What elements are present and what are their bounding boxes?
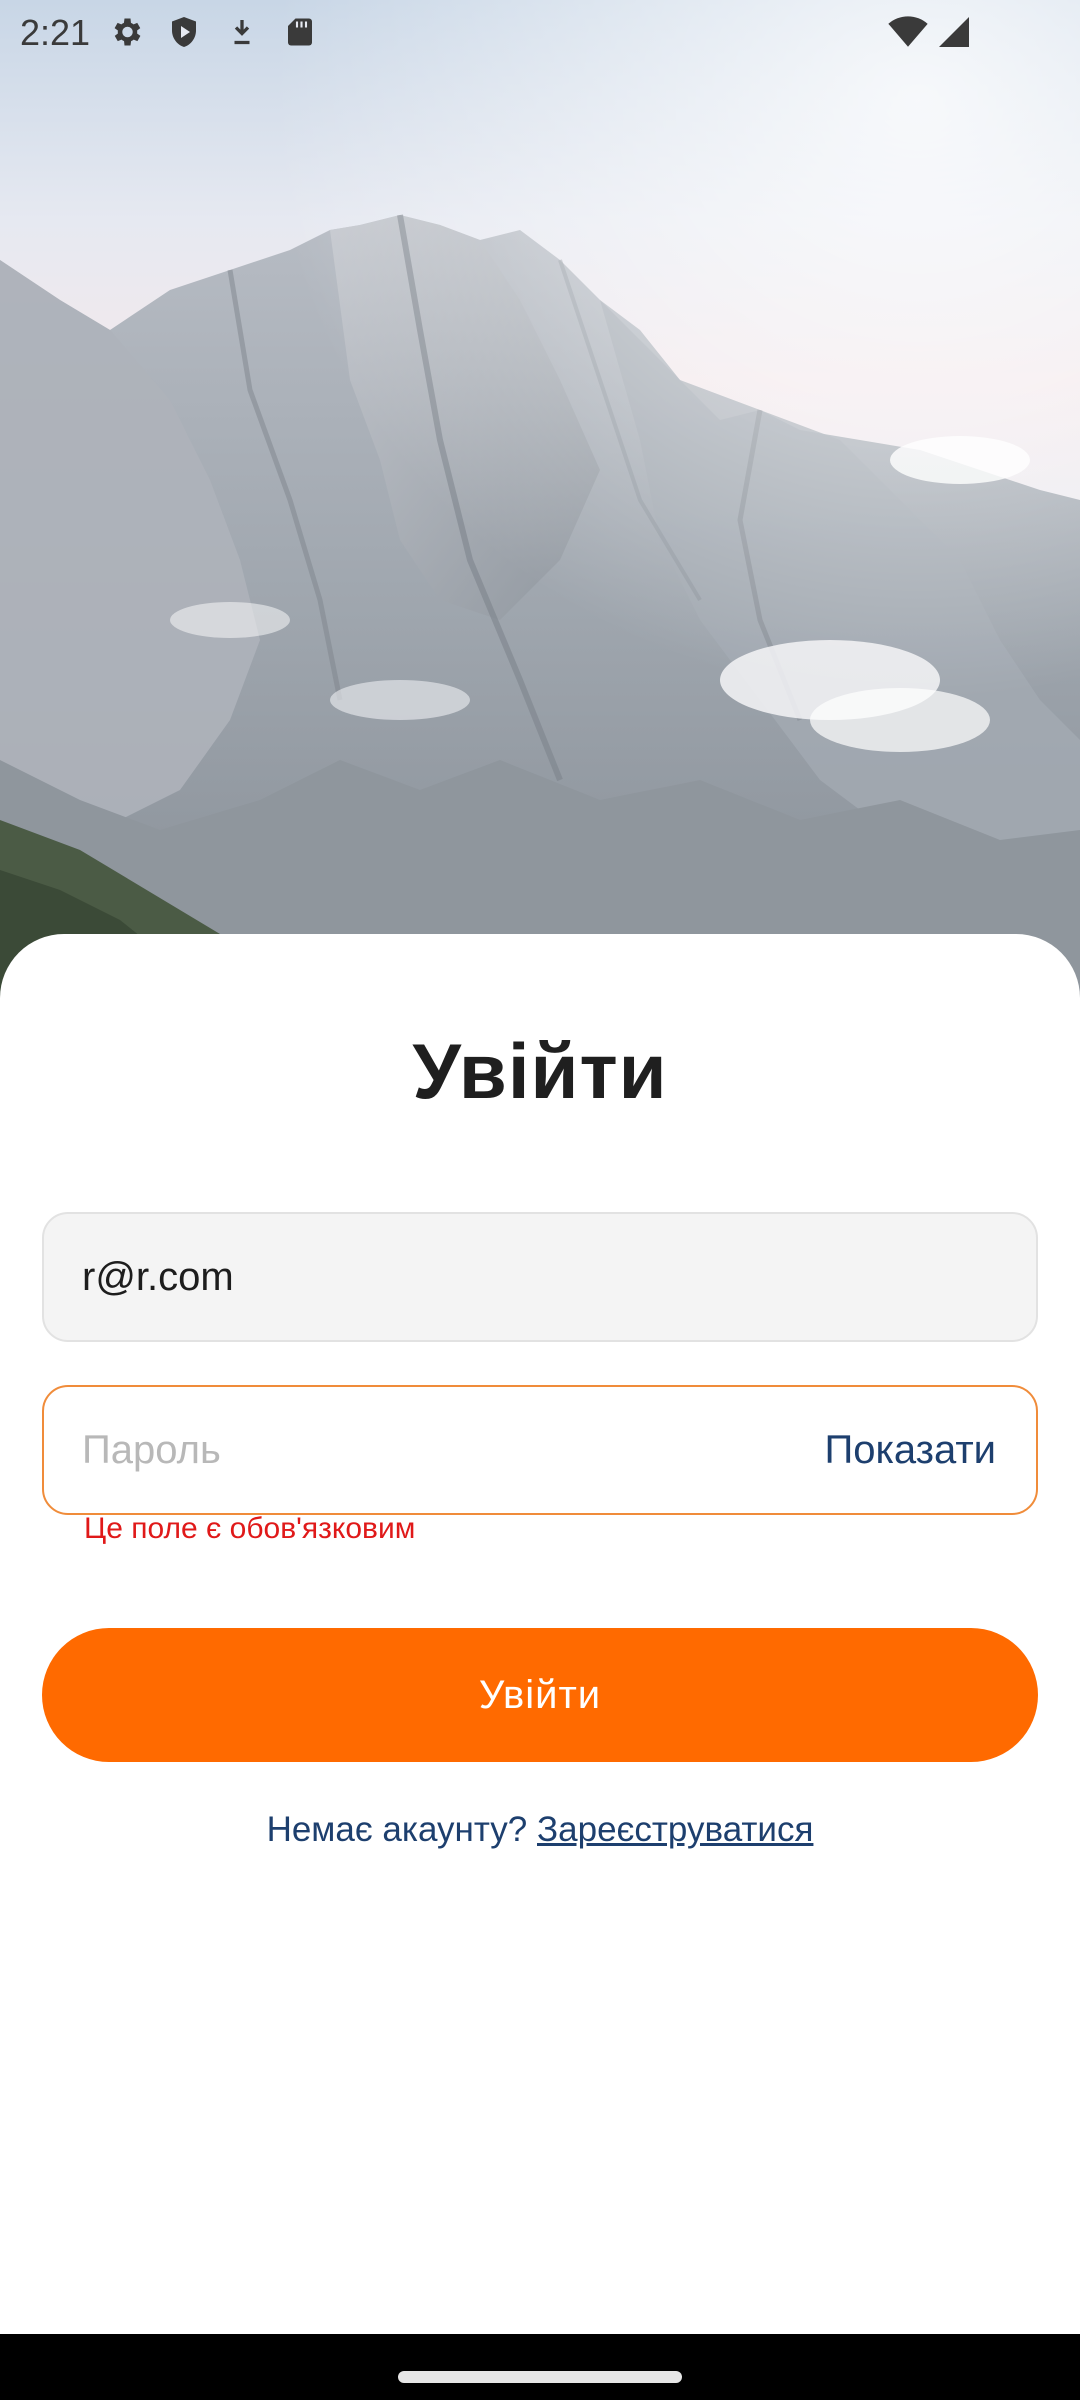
password-placeholder: Пароль	[82, 1428, 221, 1472]
status-bar: 2:21	[0, 0, 1080, 64]
system-navigation-bar	[0, 2334, 1080, 2400]
signup-prompt: Немає акаунту? Зареєструватися	[0, 1810, 1080, 1850]
download-icon	[224, 14, 260, 50]
shield-play-icon	[166, 14, 202, 50]
sd-card-icon	[282, 14, 318, 50]
settings-gear-icon	[108, 14, 144, 50]
show-password-button[interactable]: Показати	[824, 1387, 996, 1513]
wifi-icon	[888, 14, 928, 50]
page-title: Увійти	[412, 1027, 668, 1115]
password-error-message: Це поле є обов'язковим	[84, 1512, 416, 1545]
password-field[interactable]: Пароль Показати	[42, 1385, 1038, 1515]
login-button[interactable]: Увійти	[42, 1628, 1038, 1762]
email-value: r@r.com	[82, 1255, 234, 1299]
home-gesture-handle[interactable]	[398, 2371, 682, 2383]
status-time: 2:21	[20, 12, 91, 53]
email-field[interactable]: r@r.com	[42, 1212, 1038, 1342]
hero-mountain-image	[0, 0, 1080, 1000]
no-account-text: Немає акаунту?	[266, 1810, 528, 1849]
register-link[interactable]: Зареєструватися	[537, 1810, 813, 1849]
cell-signal-icon	[936, 14, 972, 50]
